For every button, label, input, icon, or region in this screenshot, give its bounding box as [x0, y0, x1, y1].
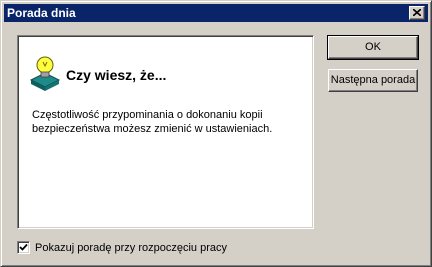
ok-button[interactable]: OK [327, 35, 419, 60]
lightbulb-icon [29, 56, 61, 91]
tip-panel: Czy wiesz, że... Częstotliwość przypomin… [17, 35, 314, 229]
checkmark-icon [19, 243, 28, 251]
title-bar[interactable]: Porada dnia [4, 4, 428, 22]
close-icon [413, 9, 421, 16]
next-tip-button[interactable]: Następna porada [328, 69, 418, 92]
tip-of-the-day-dialog: Porada dnia Czy wiesz, że... Częstotliwo… [0, 0, 432, 267]
tip-text: Częstotliwość przypominania o dokonaniu … [32, 109, 273, 135]
window-title: Porada dnia [7, 6, 76, 20]
show-tips-checkbox[interactable] [17, 241, 30, 254]
show-tips-label[interactable]: Pokazuj poradę przy rozpoczęciu pracy [35, 241, 227, 255]
close-button[interactable] [409, 6, 425, 20]
tip-heading: Czy wiesz, że... [66, 67, 167, 83]
